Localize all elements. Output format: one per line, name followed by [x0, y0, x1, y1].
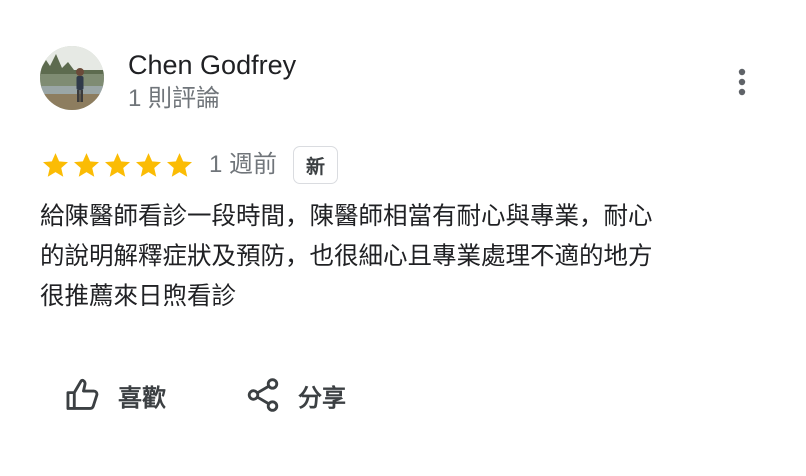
star-icon: [136, 153, 161, 177]
thumb-up-icon: [66, 378, 99, 410]
new-badge: 新: [293, 146, 339, 184]
avatar[interactable]: [40, 46, 104, 110]
rating-row: 1 週前 新: [40, 144, 339, 186]
share-button[interactable]: 分享: [244, 372, 346, 418]
like-label: 喜歡: [118, 384, 166, 412]
review-time: 1 週前: [209, 151, 278, 178]
review-count[interactable]: 1 則評論: [128, 84, 220, 114]
share-icon: [247, 378, 279, 412]
star-icon: [105, 153, 130, 177]
more-vert-icon: [738, 68, 746, 96]
star-icon: [167, 153, 192, 177]
reviewer-photo: [40, 46, 104, 110]
reviewer-name[interactable]: Chen Godfrey: [128, 48, 296, 82]
review-text: 給陳醫師看診一段時間，陳醫師相當有耐心與專業，耐心 的說明解釋症狀及預防，也很細…: [40, 203, 653, 310]
star-icon: [43, 153, 68, 177]
share-label: 分享: [298, 384, 346, 412]
star-icon: [74, 153, 99, 177]
like-button[interactable]: 喜歡: [64, 372, 166, 418]
star-rating: [40, 150, 195, 180]
more-options-button[interactable]: [726, 62, 758, 102]
